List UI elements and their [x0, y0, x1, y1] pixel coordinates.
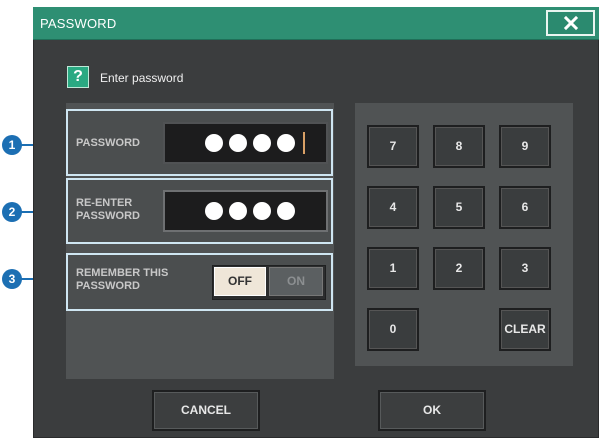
password-label: PASSWORD [76, 137, 140, 149]
password-field[interactable] [163, 122, 328, 164]
fields-panel: PASSWORD RE-ENTER PASSWORD REMEMBER THIS… [66, 103, 334, 379]
text-cursor [303, 132, 305, 154]
password-dialog: PASSWORD ? Enter password PASSWORD RE-EN… [33, 7, 599, 438]
remember-password-label: REMEMBER THIS PASSWORD [76, 267, 168, 293]
password-dot [253, 134, 271, 152]
key-3[interactable]: 3 [499, 247, 551, 290]
reenter-password-section: RE-ENTER PASSWORD [66, 178, 333, 244]
password-dot [229, 134, 247, 152]
remember-label-line1: REMEMBER THIS [76, 267, 169, 279]
reenter-dot [229, 202, 247, 220]
key-0[interactable]: 0 [367, 308, 419, 351]
clear-key[interactable]: CLEAR [499, 308, 551, 351]
callout-marker-2: 2 [2, 202, 22, 222]
remember-on-button[interactable]: ON [269, 267, 323, 296]
key-5[interactable]: 5 [433, 186, 485, 229]
key-4[interactable]: 4 [367, 186, 419, 229]
close-button[interactable] [546, 10, 595, 36]
remember-off-button[interactable]: OFF [214, 267, 266, 296]
callout-marker-1: 1 [2, 135, 22, 155]
cancel-button[interactable]: CANCEL [152, 390, 260, 431]
reenter-label-line1: RE-ENTER [76, 197, 133, 209]
ok-button[interactable]: OK [378, 390, 486, 431]
password-section: PASSWORD [66, 109, 333, 176]
key-6[interactable]: 6 [499, 186, 551, 229]
key-7[interactable]: 7 [367, 125, 419, 168]
help-icon: ? [67, 66, 89, 88]
key-8[interactable]: 8 [433, 125, 485, 168]
reenter-password-label: RE-ENTER PASSWORD [76, 197, 140, 223]
key-2[interactable]: 2 [433, 247, 485, 290]
remember-toggle: OFF ON [212, 265, 326, 300]
numpad-panel: 7 8 9 4 5 6 1 2 3 0 CLEAR [355, 103, 573, 366]
key-9[interactable]: 9 [499, 125, 551, 168]
title-bar: PASSWORD [33, 7, 599, 40]
callout-marker-3: 3 [2, 269, 22, 289]
prompt-text: Enter password [100, 71, 184, 85]
reenter-password-field[interactable] [163, 190, 328, 232]
key-1[interactable]: 1 [367, 247, 419, 290]
reenter-dot [205, 202, 223, 220]
password-dot [205, 134, 223, 152]
remember-label-line2: PASSWORD [76, 280, 140, 292]
close-icon [563, 15, 578, 31]
reenter-dot [253, 202, 271, 220]
dialog-title: PASSWORD [40, 16, 117, 31]
password-dot [277, 134, 295, 152]
remember-password-section: REMEMBER THIS PASSWORD OFF ON [66, 253, 333, 311]
reenter-dot [277, 202, 295, 220]
reenter-label-line2: PASSWORD [76, 210, 140, 222]
